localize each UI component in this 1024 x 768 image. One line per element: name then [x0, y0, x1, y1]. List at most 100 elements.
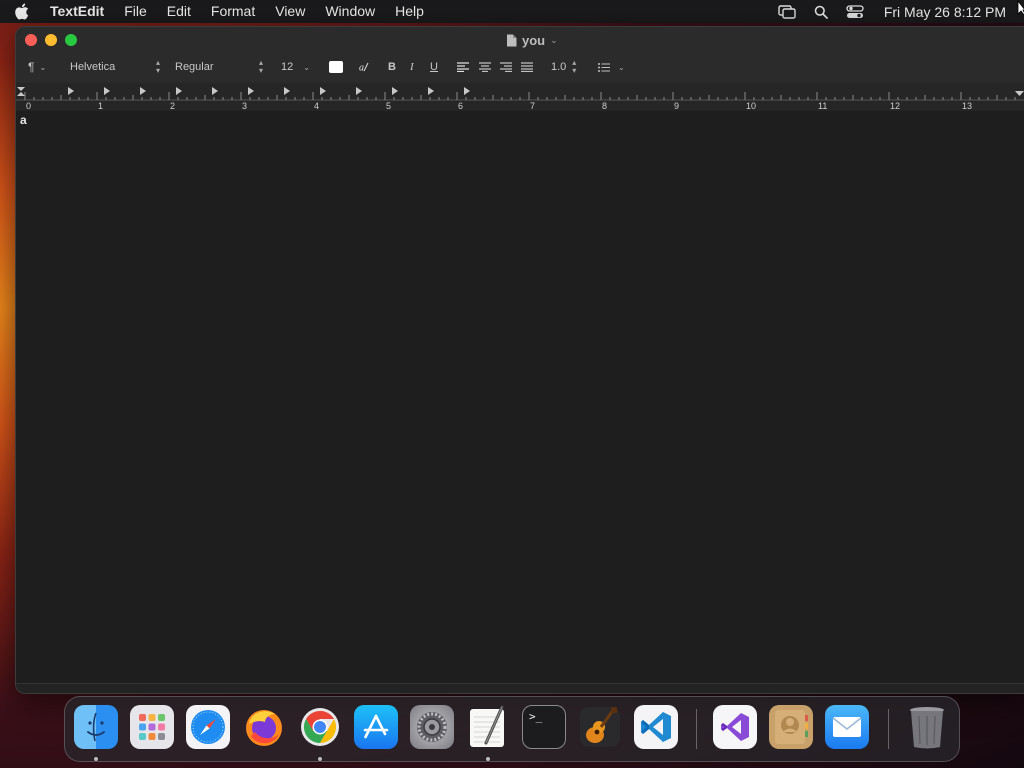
menu-app-name[interactable]: TextEdit — [40, 0, 114, 23]
ruler-number: 8 — [602, 101, 607, 111]
zoom-button[interactable] — [65, 34, 77, 46]
svg-text:a: a — [359, 63, 364, 74]
paragraph-icon: ¶ — [28, 60, 35, 74]
app-store-icon[interactable] — [354, 705, 398, 749]
window-titlebar[interactable]: you ⌄ ¶ ⌄ Helvetica ▴▾ Regular ▴▾ 12 ⌄ — [16, 27, 1024, 111]
updown-chevron-icon: ▴ ▾ — [258, 58, 263, 75]
textedit-icon[interactable] — [466, 705, 510, 749]
textedit-running-indicator — [486, 757, 490, 761]
ruler-number: 2 — [170, 101, 175, 111]
dock-separator — [888, 709, 889, 749]
first-line-indent-marker[interactable] — [17, 87, 25, 91]
underline-button[interactable]: U — [430, 57, 438, 77]
document-title-text: you — [522, 32, 546, 48]
text-color-well[interactable] — [329, 57, 343, 77]
visual-studio-icon[interactable] — [713, 705, 757, 749]
chevron-down-icon: ⌄ — [39, 62, 47, 72]
list-bullets-popup[interactable]: ⌄ — [598, 57, 625, 77]
paragraph-styles-popup[interactable]: ¶ ⌄ — [28, 57, 46, 77]
ruler-scale: 0 1 2 3 4 5 6 7 8 9 10 11 12 13 — [16, 87, 1024, 111]
chevron-down-icon: ⌄ — [618, 62, 625, 72]
textedit-window: you ⌄ ¶ ⌄ Helvetica ▴▾ Regular ▴▾ 12 ⌄ — [15, 26, 1024, 694]
tab-stop-marker[interactable] — [428, 87, 434, 95]
safari-icon[interactable] — [186, 705, 230, 749]
mouse-pointer-icon — [1017, 0, 1024, 16]
control-center-icon[interactable] — [838, 4, 872, 19]
left-indent-marker[interactable] — [17, 92, 25, 96]
bold-button[interactable]: B — [388, 57, 396, 77]
highlight-color-button[interactable]: a — [356, 57, 370, 77]
tab-stop-marker[interactable] — [140, 87, 146, 95]
menu-view[interactable]: View — [265, 0, 315, 23]
ruler-number: 10 — [746, 101, 756, 111]
ruler-number: 5 — [386, 101, 391, 111]
updown-chevron-icon: ▴ ▾ — [572, 58, 577, 75]
chrome-icon[interactable] — [298, 705, 342, 749]
chevron-down-icon: ⌄ — [303, 62, 310, 72]
font-style-popup[interactable]: Regular ▴ ▾ — [175, 57, 263, 77]
tab-stop-marker[interactable] — [212, 87, 218, 95]
updown-chevron-icon: ▴ ▾ — [155, 58, 160, 75]
menu-format[interactable]: Format — [201, 0, 265, 23]
tab-stop-marker[interactable] — [248, 87, 254, 95]
close-button[interactable] — [25, 34, 37, 46]
align-justify-button[interactable] — [521, 57, 533, 77]
ruler-number: 1 — [98, 101, 103, 111]
apple-menu-icon[interactable] — [14, 3, 40, 20]
finder-icon[interactable] — [74, 705, 118, 749]
ruler-number: 7 — [530, 101, 535, 111]
mail-icon[interactable] — [825, 705, 869, 749]
ruler-number: 11 — [818, 101, 827, 111]
right-margin-marker[interactable] — [1015, 91, 1024, 96]
font-family-value: Helvetica — [70, 61, 116, 73]
finder-running-indicator — [94, 757, 98, 761]
align-right-button[interactable] — [500, 57, 512, 77]
screen-mirroring-icon[interactable] — [770, 4, 804, 19]
horizontal-scrollbar[interactable] — [16, 683, 1024, 693]
trash-icon[interactable] — [905, 705, 949, 749]
terminal-prompt: >_ — [529, 710, 543, 723]
tab-stop-marker[interactable] — [176, 87, 182, 95]
font-style-value: Regular — [175, 61, 214, 73]
title-chevron-down-icon: ⌄ — [550, 34, 558, 45]
line-spacing-value: 1.0 — [551, 61, 567, 73]
menu-help[interactable]: Help — [385, 0, 434, 23]
align-left-icon — [457, 62, 469, 72]
document-title[interactable]: you ⌄ — [506, 31, 558, 49]
tab-stop-marker[interactable] — [284, 87, 290, 95]
tab-stop-marker[interactable] — [104, 87, 110, 95]
align-center-button[interactable] — [479, 57, 491, 77]
document-text-area[interactable]: a — [16, 112, 1024, 684]
tab-stop-marker[interactable] — [392, 87, 398, 95]
tab-stop-marker[interactable] — [356, 87, 362, 95]
menu-bar-clock[interactable]: Fri May 26 8:12 PM — [872, 4, 1006, 20]
tab-stop-marker[interactable] — [464, 87, 470, 95]
menu-bar: TextEdit File Edit Format View Window He… — [0, 0, 1024, 23]
menu-window[interactable]: Window — [315, 0, 385, 23]
ruler-number: 9 — [674, 101, 679, 111]
tab-stop-marker[interactable] — [320, 87, 326, 95]
firefox-icon[interactable] — [242, 705, 286, 749]
line-spacing-popup[interactable]: 1.0 ▴ ▾ — [551, 57, 576, 77]
vscode-icon[interactable] — [634, 705, 678, 749]
contacts-icon[interactable] — [769, 705, 813, 749]
ruler-number: 3 — [242, 101, 247, 111]
format-toolbar: ¶ ⌄ Helvetica ▴▾ Regular ▴▾ 12 ⌄ a B I — [16, 57, 1024, 77]
menu-edit[interactable]: Edit — [157, 0, 201, 23]
launchpad-icon[interactable] — [130, 705, 174, 749]
traffic-lights — [25, 34, 77, 46]
align-left-button[interactable] — [457, 57, 469, 77]
minimize-button[interactable] — [45, 34, 57, 46]
terminal-icon[interactable]: >_ — [522, 705, 566, 749]
document-content[interactable]: a — [20, 113, 27, 127]
ruler[interactable]: 0 1 2 3 4 5 6 7 8 9 10 11 12 13 — [16, 83, 1024, 111]
dock: >_ — [64, 696, 960, 762]
garageband-icon[interactable] — [578, 705, 622, 749]
search-icon[interactable] — [804, 5, 838, 19]
tab-stop-marker[interactable] — [68, 87, 74, 95]
font-size-combo[interactable]: 12 ⌄ — [281, 57, 310, 77]
italic-button[interactable]: I — [410, 57, 414, 77]
system-settings-icon[interactable] — [410, 705, 454, 749]
font-family-popup[interactable]: Helvetica ▴ ▾ — [70, 57, 160, 77]
menu-file[interactable]: File — [114, 0, 157, 23]
